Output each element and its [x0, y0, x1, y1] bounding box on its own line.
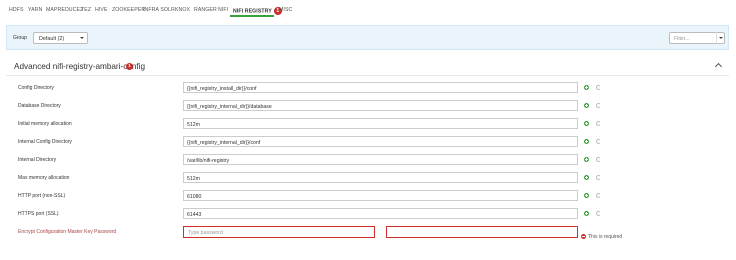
undo-icon[interactable] — [596, 175, 601, 180]
group-label: Group — [13, 35, 27, 41]
filter-dropdown-toggle[interactable] — [716, 32, 725, 44]
required-error-message: This is required — [588, 234, 623, 240]
config-value-input[interactable]: {{nifi_registry_internal_dir}}/conf — [183, 136, 578, 147]
config-label: Internal Directory — [18, 157, 57, 163]
undo-icon[interactable] — [596, 139, 601, 144]
chevron-up-icon[interactable] — [714, 62, 723, 71]
config-value-input[interactable]: {{nifi_registry_install_dir}}/conf — [183, 82, 578, 93]
tab-zookeeper[interactable]: ZOOKEEPER — [112, 7, 145, 13]
add-override-icon[interactable] — [584, 85, 589, 90]
tab-ranger[interactable]: RANGER — [194, 7, 217, 13]
tab-yarn[interactable]: YARN — [28, 7, 42, 13]
group-select-value: Default (2) — [39, 36, 65, 42]
password-label: Encrypt Configuration Master Key Passwor… — [18, 229, 117, 235]
service-tabs: HDFS YARN MAPREDUCE2 TEZ HIVE ZOOKEEPER … — [0, 0, 736, 24]
error-icon — [581, 234, 586, 239]
undo-icon[interactable] — [596, 193, 601, 198]
tab-mapreduce2[interactable]: MAPREDUCE2 — [46, 7, 83, 13]
tab-nifi-registry[interactable]: NIFI REGISTRY 1 — [233, 7, 282, 15]
tab-misc[interactable]: MISC — [279, 7, 292, 13]
undo-icon[interactable] — [596, 157, 601, 162]
add-override-icon[interactable] — [584, 139, 589, 144]
tab-knox[interactable]: KNOX — [175, 7, 190, 13]
undo-icon[interactable] — [596, 85, 601, 90]
config-label: Database Directory — [18, 103, 61, 109]
config-label: Internal Config Directory — [18, 139, 72, 145]
tab-nifi-registry-label: NIFI REGISTRY — [233, 8, 272, 15]
config-value-input[interactable]: /var/lib/nifi-registry — [183, 154, 578, 165]
config-value-input[interactable]: {{nifi_registry_internal_dir}}/database — [183, 100, 578, 111]
add-override-icon[interactable] — [584, 193, 589, 198]
active-tab-underline — [230, 15, 274, 17]
chevron-down-icon — [80, 37, 84, 39]
config-label: HTTP port (non-SSL) — [18, 193, 66, 199]
config-label: Config Directory — [18, 85, 54, 91]
add-override-icon[interactable] — [584, 157, 589, 162]
tab-tez[interactable]: TEZ — [81, 7, 91, 13]
undo-icon[interactable] — [596, 211, 601, 216]
config-value-input[interactable]: 61080 — [183, 190, 578, 201]
add-override-icon[interactable] — [584, 121, 589, 126]
undo-icon[interactable] — [596, 121, 601, 126]
config-value-input[interactable]: 512m — [183, 172, 578, 183]
config-value-input[interactable]: 512m — [183, 118, 578, 129]
section-divider — [6, 75, 729, 76]
config-label: HTTPS port (SSL) — [18, 211, 59, 217]
config-value-input[interactable]: 61443 — [183, 208, 578, 219]
add-override-icon[interactable] — [584, 211, 589, 216]
chevron-down-icon — [719, 37, 723, 39]
tab-infra-solr[interactable]: INFRA SOLR — [143, 7, 175, 13]
config-label: Max memory allocation — [18, 175, 70, 181]
tab-hdfs[interactable]: HDFS — [9, 7, 24, 13]
undo-icon[interactable] — [596, 103, 601, 108]
section-alert-badge: 1 — [126, 63, 133, 70]
config-filter-bar: Group Default (2) Filter... — [6, 25, 729, 50]
add-override-icon[interactable] — [584, 103, 589, 108]
group-select[interactable]: Default (2) — [33, 32, 88, 44]
config-label: Initial memory allocation — [18, 121, 72, 127]
password-input[interactable]: Type password — [183, 226, 375, 238]
add-override-icon[interactable] — [584, 175, 589, 180]
tab-nifi[interactable]: NIFI — [218, 7, 228, 13]
tab-hive[interactable]: HIVE — [95, 7, 108, 13]
password-confirm-input[interactable] — [386, 226, 578, 238]
